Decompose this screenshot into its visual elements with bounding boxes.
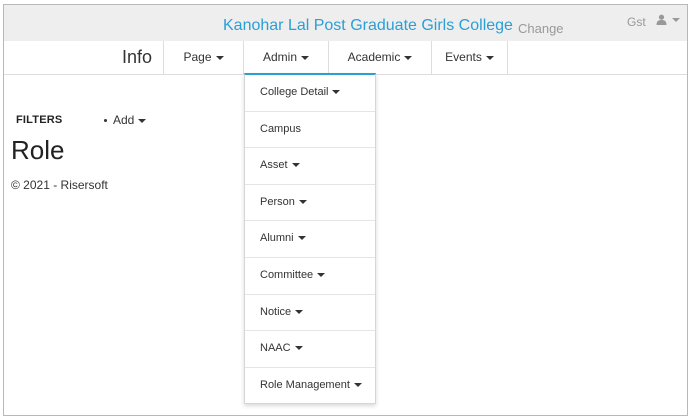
app-window: Kanohar Lal Post Graduate Girls College … [3, 4, 688, 416]
menu-item-label: Campus [260, 122, 301, 135]
menu-item-person[interactable]: Person [245, 185, 375, 222]
nav-item-label: Page [183, 50, 212, 64]
user-icon [656, 14, 667, 25]
menu-item-campus[interactable]: Campus [245, 112, 375, 149]
menu-item-committee[interactable]: Committee [245, 258, 375, 295]
chevron-down-icon [485, 55, 494, 60]
chevron-down-icon [138, 118, 147, 123]
add-menu-button[interactable]: Add [104, 113, 147, 127]
chevron-down-icon [404, 55, 413, 60]
nav-brand[interactable]: Info [122, 41, 162, 74]
nav-item-label: Admin [262, 50, 297, 64]
user-name: Gst [627, 15, 646, 29]
chevron-down-icon [291, 163, 300, 168]
nav-item-label: Academic [347, 50, 401, 64]
chevron-down-icon [353, 382, 362, 387]
chevron-down-icon [301, 55, 309, 60]
menu-item-asset[interactable]: Asset [245, 148, 375, 185]
chevron-down-icon [298, 199, 307, 204]
admin-dropdown-menu: College Detail Campus Asset Person Alumn… [244, 73, 376, 405]
chevron-down-icon [317, 273, 326, 278]
menu-item-alumni[interactable]: Alumni [245, 221, 375, 258]
nav-item-page[interactable]: Page [163, 41, 243, 74]
menu-item-role-management[interactable]: Role Management [245, 368, 375, 404]
chevron-down-icon [332, 90, 341, 95]
chevron-down-icon [672, 17, 680, 22]
menu-item-college-detail[interactable]: College Detail [245, 75, 375, 112]
chevron-down-icon [297, 236, 306, 241]
menu-item-label: NAAC [260, 342, 291, 355]
main-navbar: Info Page Admin Academic Events [4, 41, 687, 75]
menu-item-label: Role Management [260, 378, 350, 391]
chevron-down-icon [294, 346, 303, 351]
college-title[interactable]: Kanohar Lal Post Graduate Girls College [223, 17, 513, 35]
menu-item-naac[interactable]: NAAC [245, 331, 375, 368]
add-label: Add [113, 113, 135, 127]
menu-item-label: Committee [260, 268, 314, 281]
chevron-down-icon [295, 309, 304, 314]
nav-item-label: Events [445, 50, 482, 64]
nav-item-events[interactable]: Events [431, 41, 508, 74]
menu-item-label: College Detail [260, 86, 329, 98]
nav-item-academic[interactable]: Academic [328, 41, 431, 74]
menu-item-label: Asset [260, 159, 288, 172]
filters-label: FILTERS [16, 114, 63, 126]
menu-item-label: Notice [260, 305, 292, 318]
nav-item-admin[interactable]: Admin [243, 41, 328, 74]
bullet-icon [104, 119, 107, 123]
user-menu-button[interactable] [656, 14, 680, 25]
menu-item-notice[interactable]: Notice [245, 295, 375, 332]
footer-copyright: © 2021 - Risersoft [11, 178, 108, 192]
menu-item-label: Person [260, 195, 295, 208]
change-college-link[interactable]: Change [518, 21, 564, 36]
menu-item-label: Alumni [260, 232, 294, 245]
page-title: Role [11, 135, 65, 165]
chevron-down-icon [215, 55, 224, 60]
top-bar: Kanohar Lal Post Graduate Girls College … [4, 5, 687, 42]
